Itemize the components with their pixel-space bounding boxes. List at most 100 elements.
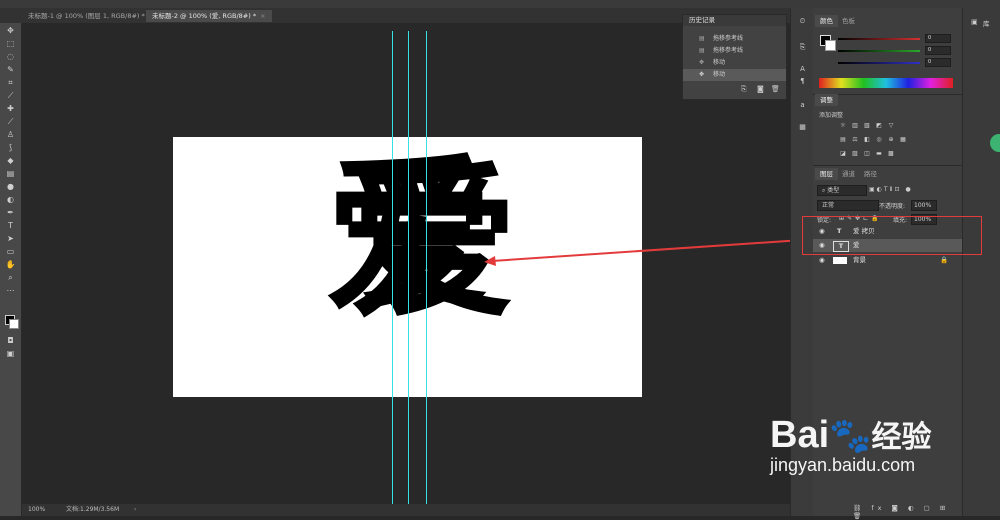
hue-saturation-icon[interactable]: ▤ bbox=[839, 136, 847, 144]
tab-label: 未标题-1 @ 100% (图层 1, RGB/8#) * bbox=[28, 12, 145, 20]
tab-color[interactable]: 颜色 bbox=[815, 15, 838, 27]
lasso-tool-icon[interactable]: ◌ bbox=[4, 51, 17, 62]
history-item[interactable]: ✥ 移动 bbox=[683, 57, 786, 69]
gradient-tool-icon[interactable]: ▤ bbox=[4, 168, 17, 179]
zoom-level[interactable]: 100% bbox=[28, 504, 45, 516]
black-white-icon[interactable]: ◧ bbox=[863, 136, 871, 144]
guide-line[interactable] bbox=[392, 31, 393, 504]
marquee-tool-icon[interactable]: ⬚ bbox=[4, 38, 17, 49]
quick-mask-icon[interactable]: ◘ bbox=[4, 335, 17, 346]
blend-mode-select[interactable]: 正常 bbox=[817, 200, 879, 211]
history-item-label: 拖移参考线 bbox=[713, 47, 744, 54]
new-document-from-state-icon[interactable]: ⎘ bbox=[741, 85, 747, 94]
shape-tool-icon[interactable]: ▭ bbox=[4, 246, 17, 257]
color-spectrum[interactable] bbox=[819, 78, 953, 88]
libraries-label[interactable]: 库 bbox=[983, 18, 990, 28]
pen-tool-icon[interactable]: ✒ bbox=[4, 207, 17, 218]
history-item[interactable]: ▤ 拖移参考线 bbox=[683, 45, 786, 57]
background-color-swatch[interactable] bbox=[825, 40, 836, 51]
tab-label: 未标题-2 @ 100% (爱, RGB/8#) * bbox=[152, 12, 257, 20]
invert-icon[interactable]: ◪ bbox=[839, 150, 847, 158]
brightness-icon[interactable]: ☼ bbox=[839, 122, 847, 130]
threshold-icon[interactable]: ◫ bbox=[863, 150, 871, 158]
vibrance-icon[interactable]: ▽ bbox=[887, 122, 895, 130]
history-item[interactable]: ▤ 拖移参考线 bbox=[683, 33, 786, 45]
type-tool-icon[interactable]: T bbox=[4, 220, 17, 231]
history-item-selected[interactable]: ✥ 移动 bbox=[683, 69, 786, 81]
tab-document-2[interactable]: 未标题-2 @ 100% (爱, RGB/8#) * × bbox=[146, 10, 272, 22]
zoom-tool-icon[interactable]: ⌕ bbox=[4, 272, 17, 283]
snapshot-icon[interactable]: ◙ bbox=[757, 85, 764, 93]
layer-thumbnail bbox=[833, 257, 847, 264]
divider bbox=[813, 165, 962, 166]
tab-layers[interactable]: 图层 bbox=[815, 168, 838, 180]
tab-paths[interactable]: 路径 bbox=[859, 168, 882, 180]
lock-icon: 🔒 bbox=[940, 256, 949, 264]
background-color-swatch[interactable] bbox=[9, 319, 19, 329]
paragraph-icon[interactable]: ¶ bbox=[797, 76, 808, 87]
color-balance-icon[interactable]: ⚖ bbox=[851, 136, 859, 144]
selective-color-icon[interactable]: ▩ bbox=[887, 150, 895, 158]
layer-filter-select[interactable]: ⌕ 类型 bbox=[817, 185, 867, 196]
opacity-field[interactable]: 100% bbox=[911, 200, 937, 211]
tab-adjustments[interactable]: 调整 bbox=[815, 94, 838, 106]
dodge-tool-icon[interactable]: ◐ bbox=[4, 194, 17, 205]
layer-name[interactable]: 背景 bbox=[853, 254, 866, 267]
red-slider[interactable] bbox=[838, 38, 920, 40]
clone-source-icon[interactable]: ⎘ bbox=[797, 42, 808, 53]
tab-channels[interactable]: 通道 bbox=[837, 168, 860, 180]
brush-tool-icon[interactable]: ⟋ bbox=[4, 116, 17, 127]
blue-value-field[interactable]: 0 bbox=[925, 58, 951, 67]
visibility-eye-icon[interactable]: ◉ bbox=[819, 254, 825, 267]
trash-icon[interactable]: 🗑 bbox=[771, 85, 780, 93]
guide-line[interactable] bbox=[408, 31, 409, 504]
layer-row[interactable]: ◉ 背景 🔒 bbox=[813, 254, 962, 267]
posterize-icon[interactable]: ▨ bbox=[851, 150, 859, 158]
properties-icon[interactable]: ▦ bbox=[797, 122, 808, 133]
history-item-label: 拖移参考线 bbox=[713, 35, 744, 42]
quick-select-tool-icon[interactable]: ✎ bbox=[4, 64, 17, 75]
green-slider[interactable] bbox=[838, 50, 920, 52]
red-value-field[interactable]: 0 bbox=[925, 34, 951, 43]
character-icon[interactable]: A bbox=[797, 64, 808, 75]
tab-swatches[interactable]: 色板 bbox=[837, 15, 860, 27]
layers-footer-icons[interactable]: ⛓ fx ◙ ◐ ▢ ⊞ 🗑 bbox=[853, 504, 962, 520]
more-tools-icon[interactable]: ⋯ bbox=[4, 285, 17, 296]
history-brush-icon[interactable]: ⟆ bbox=[4, 142, 17, 153]
baidu-watermark: Bai🐾经验 jingyan.baidu.com bbox=[770, 412, 931, 476]
eraser-tool-icon[interactable]: ◆ bbox=[4, 155, 17, 166]
channel-mixer-icon[interactable]: ⊕ bbox=[887, 136, 895, 144]
stamp-tool-icon[interactable]: ♙ bbox=[4, 129, 17, 140]
crop-tool-icon[interactable]: ⌗ bbox=[4, 77, 17, 88]
exposure-icon[interactable]: ◩ bbox=[875, 122, 883, 130]
libraries-icon[interactable]: ▣ bbox=[971, 18, 978, 26]
screen-mode-icon[interactable]: ▣ bbox=[4, 348, 17, 359]
history-panel-title[interactable]: 历史记录 bbox=[683, 15, 786, 26]
watermark-domain: jingyan.baidu.com bbox=[770, 455, 916, 475]
healing-tool-icon[interactable]: ✚ bbox=[4, 103, 17, 114]
eyedropper-tool-icon[interactable]: ⟋ bbox=[4, 90, 17, 101]
levels-icon[interactable]: ▥ bbox=[851, 122, 859, 130]
curves-icon[interactable]: ▧ bbox=[863, 122, 871, 130]
glyphs-icon[interactable]: a bbox=[797, 100, 808, 111]
hand-tool-icon[interactable]: ✋ bbox=[4, 259, 17, 270]
color-lookup-icon[interactable]: ▦ bbox=[899, 136, 907, 144]
move-tool-icon[interactable]: ✥ bbox=[4, 25, 17, 36]
tab-document-1[interactable]: 未标题-1 @ 100% (图层 1, RGB/8#) *× bbox=[22, 10, 160, 22]
move-icon: ✥ bbox=[699, 59, 705, 66]
history-item-label: 移动 bbox=[713, 59, 726, 66]
layer-filter-icons[interactable]: ▣◐TⅡ⊡ ● bbox=[869, 186, 913, 193]
history-icon[interactable]: ⏲ bbox=[797, 16, 808, 27]
close-icon[interactable]: × bbox=[260, 12, 265, 20]
history-panel: 历史记录 ▤ 拖移参考线 ▤ 拖移参考线 ✥ 移动 ✥ 移动 ⎘ ◙ 🗑 bbox=[682, 14, 787, 100]
gradient-map-icon[interactable]: ▬ bbox=[875, 150, 883, 158]
status-arrow-icon[interactable]: › bbox=[134, 504, 136, 516]
watermark-brand-cn: 经验 bbox=[871, 421, 932, 454]
blue-slider[interactable] bbox=[838, 62, 920, 64]
green-value-field[interactable]: 0 bbox=[925, 46, 951, 55]
guide-line[interactable] bbox=[426, 31, 427, 504]
document-size[interactable]: 文档:1.29M/3.56M bbox=[66, 504, 119, 516]
path-select-tool-icon[interactable]: ➤ bbox=[4, 233, 17, 244]
photo-filter-icon[interactable]: ◎ bbox=[875, 136, 883, 144]
blur-tool-icon[interactable]: ● bbox=[4, 181, 17, 192]
